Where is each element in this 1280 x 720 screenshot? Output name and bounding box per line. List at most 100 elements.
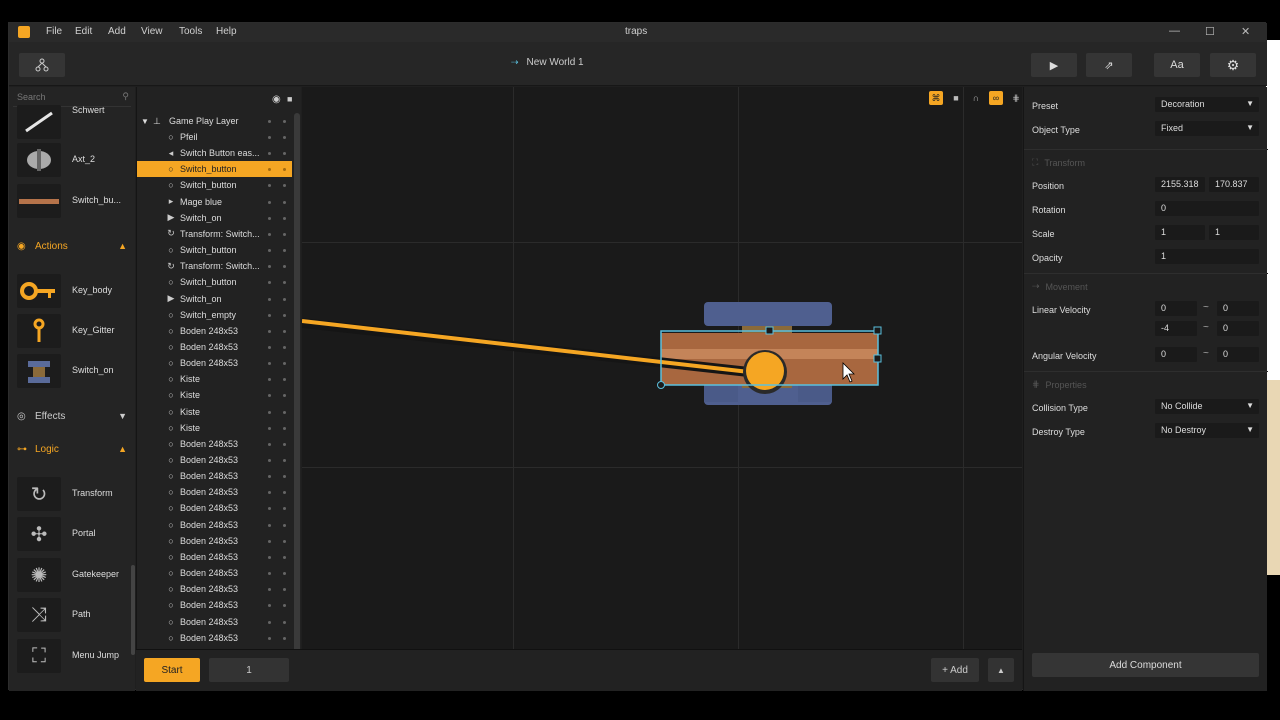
visibility-dot[interactable] bbox=[268, 491, 271, 495]
palette-item-portal[interactable]: ✣ Portal bbox=[17, 517, 129, 551]
lock-dot[interactable] bbox=[283, 281, 286, 285]
lv-y-max-field[interactable]: 0 bbox=[1217, 321, 1259, 336]
lock-dot[interactable] bbox=[283, 442, 286, 446]
add-component-button[interactable]: Add Component bbox=[1032, 653, 1259, 677]
layer-row[interactable]: ○ Boden 248x53 bbox=[137, 500, 292, 516]
layer-row[interactable]: ○ Boden 248x53 bbox=[137, 549, 292, 565]
lock-dot[interactable] bbox=[283, 168, 286, 172]
av-max-field[interactable]: 0 bbox=[1217, 347, 1259, 362]
visibility-dot[interactable] bbox=[268, 329, 271, 333]
lock-dot[interactable] bbox=[283, 152, 286, 156]
scale-x-field[interactable]: 1 bbox=[1155, 225, 1205, 240]
visibility-dot[interactable] bbox=[268, 297, 271, 301]
menu-add[interactable]: Add bbox=[108, 26, 126, 37]
layer-row[interactable]: ○ Boden 248x53 bbox=[137, 597, 292, 613]
visibility-dot[interactable] bbox=[268, 410, 271, 414]
lock-dot[interactable] bbox=[283, 216, 286, 220]
layer-row[interactable]: ○ Switch_button bbox=[137, 274, 292, 290]
lock-dot[interactable] bbox=[283, 636, 286, 640]
menu-help[interactable]: Help bbox=[216, 26, 237, 37]
maximize-button[interactable]: ☐ bbox=[1205, 25, 1215, 38]
lv-x-max-field[interactable]: 0 bbox=[1217, 301, 1259, 316]
menu-tools[interactable]: Tools bbox=[179, 26, 202, 37]
destroy-type-select[interactable]: No Destroy ▼ bbox=[1155, 423, 1259, 438]
visibility-dot[interactable] bbox=[268, 572, 271, 576]
layer-row[interactable]: ▶ Switch_on bbox=[137, 291, 292, 307]
section-actions[interactable]: ◉ Actions ▲ bbox=[9, 233, 135, 259]
lock-dot[interactable] bbox=[283, 426, 286, 430]
settings-button[interactable]: ⚙ bbox=[1210, 53, 1256, 77]
play-button[interactable]: ▶ bbox=[1031, 53, 1077, 77]
visibility-dot[interactable] bbox=[268, 394, 271, 398]
visibility-dot[interactable] bbox=[268, 604, 271, 608]
lock-dot[interactable] bbox=[283, 507, 286, 511]
visibility-dot[interactable] bbox=[268, 345, 271, 349]
lock-dot[interactable] bbox=[283, 200, 286, 204]
palette-item-transform[interactable]: ↻ Transform bbox=[17, 477, 129, 511]
visibility-dot[interactable] bbox=[268, 362, 271, 366]
opacity-field[interactable]: 1 bbox=[1155, 249, 1259, 264]
visibility-dot[interactable] bbox=[268, 620, 271, 624]
menu-edit[interactable]: Edit bbox=[75, 26, 92, 37]
expand-button[interactable]: ▲ bbox=[988, 658, 1014, 682]
layer-row[interactable]: ○ Boden 248x53 bbox=[137, 436, 292, 452]
lock-dot[interactable] bbox=[283, 475, 286, 479]
close-button[interactable]: ✕ bbox=[1241, 25, 1250, 38]
menu-file[interactable]: File bbox=[46, 26, 62, 37]
section-logic[interactable]: ⊶ Logic ▲ bbox=[9, 436, 135, 462]
palette-item-axt[interactable]: Axt_2 bbox=[17, 143, 129, 177]
visibility-dot[interactable] bbox=[268, 507, 271, 511]
lock-dot[interactable] bbox=[283, 459, 286, 462]
layer-row[interactable]: ○ Switch_empty bbox=[137, 307, 292, 323]
layer-row[interactable]: ▶ Switch_on bbox=[137, 210, 292, 226]
visibility-dot[interactable] bbox=[268, 442, 271, 446]
visibility-dot[interactable] bbox=[268, 588, 271, 592]
lock-dot[interactable] bbox=[283, 572, 286, 576]
palette-item-switch-button[interactable]: Switch_bu... bbox=[17, 184, 129, 218]
collision-type-select[interactable]: No Collide ▼ bbox=[1155, 399, 1259, 414]
page-field[interactable]: 1 bbox=[209, 658, 289, 682]
lock-dot[interactable] bbox=[283, 491, 286, 495]
lock-dot[interactable] bbox=[283, 620, 286, 624]
layer-row[interactable]: ○ Boden 248x53 bbox=[137, 517, 292, 533]
lock-dot[interactable] bbox=[283, 184, 286, 188]
visibility-dot[interactable] bbox=[268, 523, 271, 527]
lock-dot[interactable] bbox=[283, 313, 286, 317]
layer-row[interactable]: ○ Kiste bbox=[137, 387, 292, 403]
palette-item-menu-jump[interactable]: ⛶ Menu Jump bbox=[17, 639, 129, 673]
visibility-dot[interactable] bbox=[268, 426, 271, 430]
lv-x-min-field[interactable]: 0 bbox=[1155, 301, 1197, 316]
lock-dot[interactable] bbox=[283, 588, 286, 592]
layer-row[interactable]: ◂ Switch Button eas... bbox=[137, 145, 292, 161]
palette-item-path[interactable]: ⤨ Path bbox=[17, 598, 129, 632]
visibility-dot[interactable] bbox=[268, 555, 271, 559]
layer-row[interactable]: ○ Switch_button bbox=[137, 242, 292, 258]
lock-dot[interactable] bbox=[283, 523, 286, 527]
lock-dot[interactable] bbox=[283, 362, 286, 366]
minimize-button[interactable]: — bbox=[1169, 25, 1180, 37]
layer-row[interactable]: ○ Boden 248x53 bbox=[137, 630, 292, 646]
visibility-dot[interactable] bbox=[268, 249, 271, 253]
scene-viewport[interactable]: ⌘ ■ ∩ ∞ ⋕ bbox=[302, 87, 1022, 649]
rotation-field[interactable]: 0 bbox=[1155, 201, 1259, 216]
palette-item-key-body[interactable]: Key_body bbox=[17, 274, 129, 308]
lock-dot[interactable] bbox=[283, 232, 286, 236]
share-button[interactable]: ⇗ bbox=[1086, 53, 1132, 77]
lock-dot[interactable] bbox=[283, 539, 286, 543]
visibility-dot[interactable] bbox=[268, 475, 271, 479]
lock-dot[interactable] bbox=[283, 555, 286, 559]
position-y-field[interactable]: 170.837 bbox=[1209, 177, 1259, 192]
layer-row[interactable]: ○ Switch_button bbox=[137, 161, 292, 178]
add-button[interactable]: + Add bbox=[931, 658, 979, 682]
lock-dot[interactable] bbox=[283, 329, 286, 333]
lock-dot[interactable] bbox=[283, 265, 286, 269]
layer-row[interactable]: ○ Boden 248x53 bbox=[137, 565, 292, 581]
lock-dot[interactable] bbox=[283, 410, 286, 414]
eye-icon[interactable]: ◉ bbox=[272, 94, 281, 105]
visibility-dot[interactable] bbox=[268, 636, 271, 640]
lock-dot[interactable] bbox=[283, 249, 286, 253]
visibility-dot[interactable] bbox=[268, 232, 271, 236]
visibility-dot[interactable] bbox=[268, 168, 271, 172]
lock-dot[interactable] bbox=[283, 345, 286, 349]
visibility-dot[interactable] bbox=[268, 200, 271, 204]
